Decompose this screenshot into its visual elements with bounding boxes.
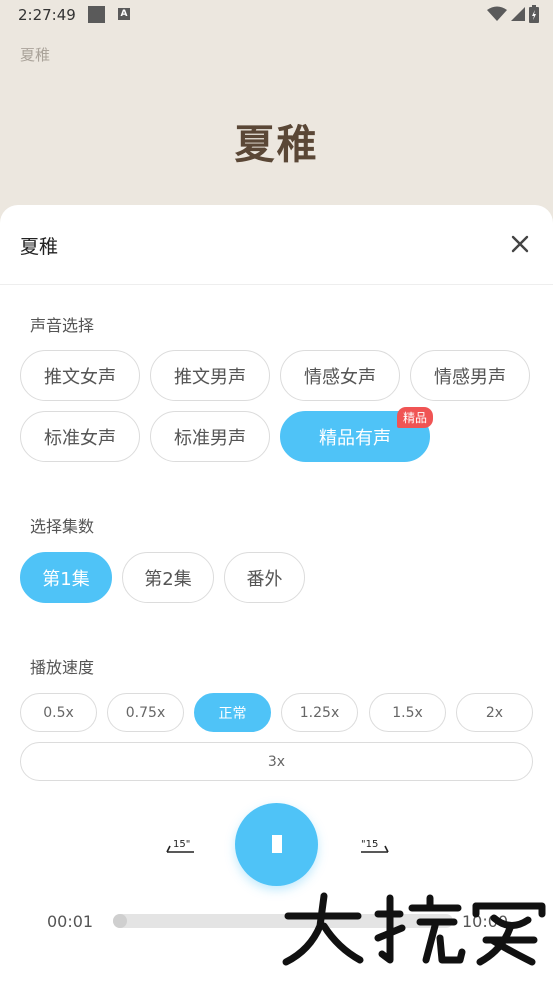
status-bar: 2:27:49 A bbox=[0, 0, 553, 30]
page-big-title: 夏稚 bbox=[234, 122, 319, 168]
speed-option[interactable]: 1.25x bbox=[281, 693, 358, 732]
voice-option[interactable]: 情感女声 bbox=[280, 350, 400, 401]
episode-section-label: 选择集数 bbox=[30, 517, 95, 536]
premium-badge: 精品 bbox=[397, 407, 434, 428]
pause-icon bbox=[272, 835, 282, 853]
speed-option[interactable]: 0.75x bbox=[107, 693, 184, 732]
sheet-header: 夏稚 bbox=[0, 205, 553, 285]
voice-option[interactable]: 推文女声 bbox=[20, 350, 140, 401]
speed-option[interactable]: 1.5x bbox=[369, 693, 446, 732]
page-small-title: 夏稚 bbox=[20, 46, 51, 64]
rewind-15-icon: 15" bbox=[166, 839, 194, 853]
sheet-title: 夏稚 bbox=[20, 236, 59, 258]
notification-a-icon: A bbox=[118, 8, 130, 20]
voice-option[interactable]: 情感男声 bbox=[410, 350, 530, 401]
voice-player-sheet: 夏稚 声音选择 推文女声 推文男声 情感女声 情感男声 标准女声 标准男声 精品… bbox=[0, 205, 553, 984]
speed-section-label: 播放速度 bbox=[30, 658, 95, 677]
voice-option[interactable]: 标准女声 bbox=[20, 411, 140, 462]
battery-icon bbox=[529, 5, 539, 23]
episode-option-selected[interactable]: 第1集 bbox=[20, 552, 112, 603]
speed-option[interactable]: 3x bbox=[20, 742, 533, 781]
episode-option[interactable]: 番外 bbox=[224, 552, 305, 603]
rewind-15-button[interactable]: 15" bbox=[164, 835, 198, 855]
wifi-icon bbox=[487, 6, 507, 21]
status-icons bbox=[487, 5, 539, 23]
close-icon bbox=[511, 235, 529, 253]
watermark-logo bbox=[282, 892, 546, 966]
forward-label: "15 bbox=[361, 839, 378, 850]
pause-button[interactable] bbox=[235, 803, 318, 886]
signal-icon bbox=[511, 7, 525, 21]
status-time: 2:27:49 bbox=[18, 6, 76, 24]
rewind-label: 15" bbox=[173, 839, 190, 850]
speed-option[interactable]: 2x bbox=[456, 693, 533, 732]
close-button[interactable] bbox=[505, 229, 535, 259]
notification-square-icon bbox=[88, 6, 105, 23]
current-time: 00:01 bbox=[47, 912, 94, 931]
voice-section-label: 声音选择 bbox=[30, 316, 95, 335]
progress-fill bbox=[113, 914, 127, 928]
speed-option-selected[interactable]: 正常 bbox=[194, 693, 271, 732]
forward-15-icon: "15 bbox=[361, 839, 389, 853]
forward-15-button[interactable]: "15 bbox=[358, 835, 392, 855]
speed-option[interactable]: 0.5x bbox=[20, 693, 97, 732]
episode-option[interactable]: 第2集 bbox=[122, 552, 214, 603]
voice-option[interactable]: 标准男声 bbox=[150, 411, 270, 462]
voice-option[interactable]: 推文男声 bbox=[150, 350, 270, 401]
